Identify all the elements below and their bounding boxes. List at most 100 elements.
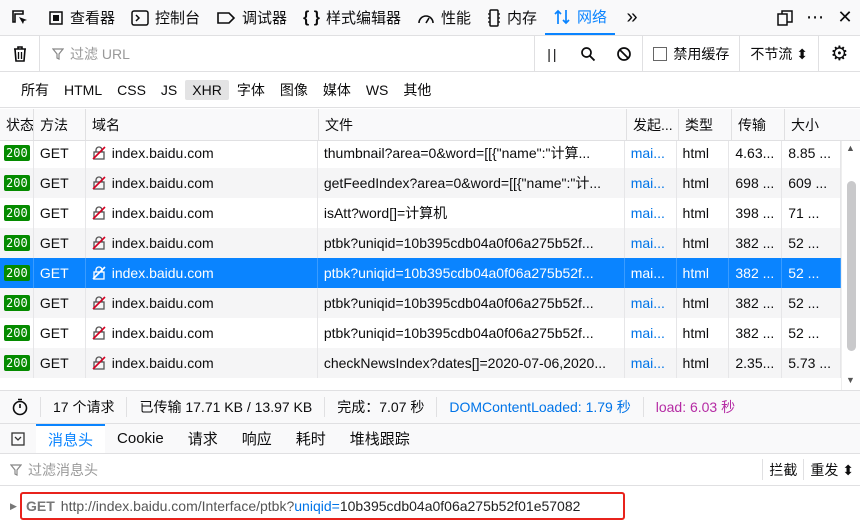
- insecure-connection-icon: [92, 206, 106, 220]
- method-cell: GET: [34, 288, 86, 318]
- more-tools-button[interactable]: »: [615, 0, 649, 35]
- type-cell: html: [677, 141, 730, 168]
- type-filter-css[interactable]: CSS: [110, 80, 153, 100]
- domain-text: index.baidu.com: [111, 355, 214, 371]
- performance-analysis-button[interactable]: [0, 398, 40, 416]
- transferred-cell: 2.35...: [729, 348, 783, 378]
- scroll-down-icon[interactable]: ▼: [846, 375, 855, 385]
- column-header-size[interactable]: 大小: [785, 109, 844, 140]
- expand-triangle-icon[interactable]: ▶: [0, 501, 17, 512]
- cause-link[interactable]: mai...: [631, 205, 665, 221]
- cause-cell[interactable]: mai...: [625, 198, 677, 228]
- table-row[interactable]: 200 GET index.baidu.com ptbk?uniqid=10b395c…: [0, 288, 841, 318]
- column-header-cause[interactable]: 发起...: [627, 109, 679, 140]
- column-header-method[interactable]: 方法: [34, 109, 86, 140]
- block-requests-button[interactable]: [606, 46, 642, 62]
- size-cell: 609 ...: [782, 168, 841, 198]
- column-header-domain[interactable]: 域名: [86, 109, 319, 140]
- tab-inspector[interactable]: 查看器: [40, 0, 123, 35]
- type-filter-other[interactable]: 其他: [396, 78, 438, 102]
- tab-debugger[interactable]: 调试器: [208, 0, 295, 35]
- cause-cell[interactable]: mai...: [625, 288, 677, 318]
- status-cell: 200: [0, 168, 34, 198]
- file-cell: ptbk?uniqid=10b395cdb04a0f06a275b52f...: [318, 318, 625, 348]
- tab-stack-trace[interactable]: 堆栈跟踪: [338, 424, 422, 453]
- close-icon: ✕: [837, 7, 853, 27]
- request-param-name: uniqid: [294, 498, 332, 514]
- cause-link[interactable]: mai...: [631, 175, 665, 191]
- settings-button[interactable]: ⚙: [818, 36, 860, 71]
- transferred-cell: 382 ...: [729, 318, 783, 348]
- table-row[interactable]: 200 GET index.baidu.com thumbnail?area=0&wo…: [0, 141, 841, 168]
- tab-network[interactable]: 网络: [545, 0, 616, 35]
- table-row[interactable]: 200 GET index.baidu.com checkNewsIndex?date…: [0, 348, 841, 378]
- panel-toggle-icon: [11, 431, 25, 446]
- cause-cell[interactable]: mai...: [625, 141, 677, 168]
- cause-cell[interactable]: mai...: [625, 168, 677, 198]
- type-filter-fonts[interactable]: 字体: [230, 78, 272, 102]
- column-header-status[interactable]: 状态: [0, 109, 34, 140]
- resend-button[interactable]: 重发 ⬍: [803, 458, 860, 481]
- filter-url-placeholder: 过滤 URL: [70, 45, 130, 62]
- dock-options-button[interactable]: [770, 9, 800, 27]
- tab-performance[interactable]: 性能: [409, 0, 479, 35]
- domain-text: index.baidu.com: [111, 175, 214, 191]
- type-filter-ws[interactable]: WS: [359, 80, 396, 100]
- tab-style-editor[interactable]: { } 样式编辑器: [295, 0, 409, 35]
- column-header-file[interactable]: 文件: [319, 109, 627, 140]
- type-filter-xhr[interactable]: XHR: [185, 79, 229, 100]
- scroll-thumb[interactable]: [847, 181, 856, 351]
- tab-headers[interactable]: 消息头: [36, 424, 106, 453]
- type-filter-images[interactable]: 图像: [273, 78, 315, 102]
- table-row[interactable]: 200 GET index.baidu.com isAtt?word[]=计算机 mai…: [0, 198, 841, 228]
- table-row[interactable]: 200 GET index.baidu.com getFeedIndex?area=0…: [0, 168, 841, 198]
- tab-timings[interactable]: 耗时: [284, 424, 338, 453]
- block-button[interactable]: 拦截: [762, 458, 803, 481]
- tab-memory[interactable]: 内存: [479, 0, 545, 35]
- type-filter-all[interactable]: 所有: [14, 78, 56, 102]
- tab-request[interactable]: 请求: [176, 424, 230, 453]
- column-header-type[interactable]: 类型: [679, 109, 732, 140]
- cause-link[interactable]: mai...: [631, 265, 665, 281]
- scroll-up-icon[interactable]: ▲: [846, 143, 855, 153]
- method-cell: GET: [34, 168, 86, 198]
- close-devtools-button[interactable]: ✕: [830, 7, 860, 28]
- throttle-select[interactable]: 不节流 ⬍: [739, 36, 818, 71]
- table-row[interactable]: 200 GET index.baidu.com ptbk?uniqid=10b395c…: [0, 228, 841, 258]
- cause-cell[interactable]: mai...: [625, 348, 677, 378]
- search-button[interactable]: [570, 46, 606, 62]
- request-list-scrollbar[interactable]: ▲ ▼: [841, 141, 860, 390]
- tab-response[interactable]: 响应: [230, 424, 284, 453]
- file-cell: ptbk?uniqid=10b395cdb04a0f06a275b52f...: [318, 258, 625, 288]
- cause-cell[interactable]: mai...: [625, 318, 677, 348]
- element-picker-button[interactable]: [0, 0, 40, 35]
- request-url[interactable]: http://index.baidu.com/Interface/ptbk?: [61, 498, 294, 514]
- cause-cell[interactable]: mai...: [625, 228, 677, 258]
- type-filter-js[interactable]: JS: [154, 80, 184, 100]
- filter-headers-input[interactable]: 过滤消息头: [0, 460, 762, 480]
- type-filter-media[interactable]: 媒体: [316, 78, 358, 102]
- detail-panel-tabs: 消息头 Cookie 请求 响应 耗时 堆栈跟踪: [0, 424, 860, 454]
- cause-link[interactable]: mai...: [631, 235, 665, 251]
- more-options-button[interactable]: ⋯: [800, 7, 830, 28]
- type-filter-html[interactable]: HTML: [57, 80, 109, 100]
- cause-cell[interactable]: mai...: [625, 258, 677, 288]
- table-row[interactable]: 200 GET index.baidu.com ptbk?uniqid=10b395c…: [0, 318, 841, 348]
- pause-icon: ||: [547, 45, 559, 62]
- disable-cache-checkbox[interactable]: [653, 46, 668, 61]
- network-icon: [553, 8, 571, 26]
- cause-link[interactable]: mai...: [631, 325, 665, 341]
- cause-link[interactable]: mai...: [631, 145, 665, 161]
- table-row[interactable]: 200 GET index.baidu.com ptbk?uniqid=10b395c…: [0, 258, 841, 288]
- clear-button[interactable]: [0, 36, 40, 71]
- type-cell: html: [677, 198, 730, 228]
- disable-cache-toggle[interactable]: 禁用缓存: [642, 36, 739, 71]
- column-header-transferred[interactable]: 传输: [732, 109, 785, 140]
- cause-link[interactable]: mai...: [631, 295, 665, 311]
- filter-url-input[interactable]: 过滤 URL: [40, 44, 534, 64]
- pause-button[interactable]: ||: [534, 36, 570, 71]
- tab-cookies[interactable]: Cookie: [105, 424, 176, 453]
- toggle-sidebar-button[interactable]: [0, 424, 36, 453]
- cause-link[interactable]: mai...: [631, 355, 665, 371]
- tab-console[interactable]: 控制台: [123, 0, 208, 35]
